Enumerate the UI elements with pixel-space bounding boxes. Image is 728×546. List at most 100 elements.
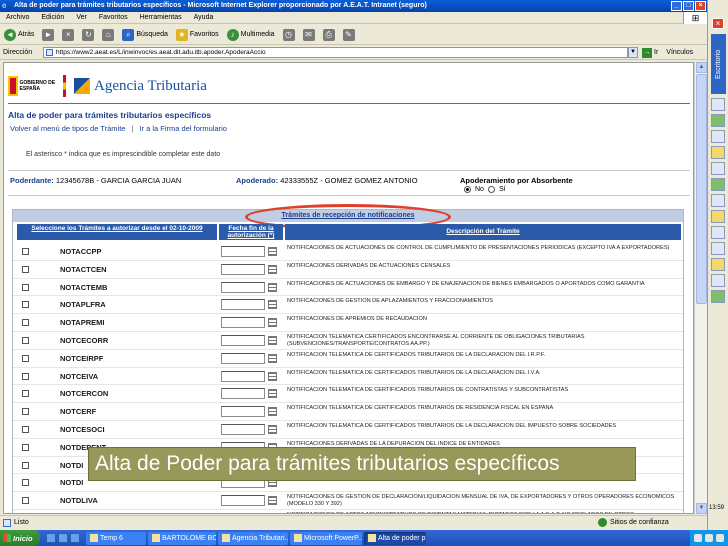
menu-archivo[interactable]: Archivo: [6, 12, 29, 23]
column-header-select[interactable]: Seleccione los Trámites a autorizar desd…: [17, 224, 217, 240]
tray-icon[interactable]: [705, 534, 713, 542]
close-button[interactable]: ×: [695, 1, 706, 11]
go-button[interactable]: → Ir: [642, 47, 658, 58]
start-button[interactable]: Inicio: [0, 530, 40, 546]
calendar-icon[interactable]: [268, 247, 277, 256]
forward-button[interactable]: ►: [42, 28, 55, 41]
favorites-button[interactable]: ★ Favoritos: [175, 28, 219, 41]
back-to-menu-link[interactable]: Volver al menú de tipos de Trámite: [10, 124, 125, 133]
row-checkbox[interactable]: [22, 408, 29, 416]
radio-si[interactable]: [487, 186, 495, 193]
taskbar-task-button[interactable]: Temp 6: [86, 531, 146, 545]
calendar-icon[interactable]: [268, 424, 277, 434]
sidebar-shortcut-icon[interactable]: [711, 258, 725, 271]
calendar-icon[interactable]: [268, 496, 277, 506]
row-checkbox[interactable]: [22, 461, 29, 469]
end-date-input[interactable]: [221, 352, 265, 364]
menu-ayuda[interactable]: Ayuda: [194, 12, 214, 23]
sidebar-shortcut-icon[interactable]: [711, 210, 725, 223]
links-button[interactable]: Vínculos: [666, 49, 693, 56]
sidebar-shortcut-icon[interactable]: [711, 274, 725, 287]
row-checkbox[interactable]: [22, 319, 29, 327]
column-header-date[interactable]: Fecha fin de la autorización (*): [219, 224, 283, 240]
search-button[interactable]: ⌕ Búsqueda: [122, 28, 168, 41]
row-checkbox[interactable]: [22, 248, 29, 255]
tray-icon[interactable]: [694, 534, 702, 542]
back-button[interactable]: ◄ Atrás: [4, 28, 34, 41]
taskbar-task-button[interactable]: BARTOLOME BOR...: [148, 531, 216, 545]
quick-launch-icon[interactable]: [46, 533, 56, 543]
end-date-input[interactable]: [221, 406, 265, 418]
end-date-input[interactable]: [221, 317, 265, 329]
calendar-icon[interactable]: [268, 335, 277, 345]
row-checkbox[interactable]: [22, 425, 29, 433]
scroll-down-button[interactable]: ▼: [696, 503, 707, 514]
quick-launch-icon[interactable]: [70, 533, 80, 543]
scroll-up-button[interactable]: ▲: [696, 62, 707, 73]
calendar-icon[interactable]: [268, 389, 277, 399]
column-header-description[interactable]: Descripción del Trámite: [285, 224, 681, 240]
history-button[interactable]: ◷: [282, 28, 295, 41]
end-date-input[interactable]: [221, 423, 265, 435]
address-input[interactable]: https://www2.aeat.es/L/inwinvoc/es.aeat.…: [43, 47, 628, 58]
radio-no[interactable]: [464, 186, 471, 193]
row-checkbox[interactable]: [22, 283, 29, 291]
refresh-button[interactable]: ↻: [82, 28, 95, 41]
print-button[interactable]: ⎙: [322, 28, 335, 41]
taskbar-task-button[interactable]: Microsoft PowerP...: [290, 531, 362, 545]
address-dropdown-button[interactable]: ▼: [628, 47, 638, 58]
row-checkbox[interactable]: [22, 372, 29, 380]
go-to-signature-link[interactable]: Ir a la Firma del formulario: [139, 124, 227, 133]
stop-button[interactable]: ×: [62, 28, 75, 41]
end-date-input[interactable]: [221, 246, 265, 257]
menu-herramientas[interactable]: Herramientas: [140, 12, 182, 23]
multimedia-button[interactable]: ♪ Multimedia: [226, 28, 275, 41]
row-checkbox[interactable]: [22, 390, 29, 398]
row-checkbox[interactable]: [22, 354, 29, 362]
end-date-input[interactable]: [221, 370, 265, 382]
minimize-button[interactable]: _: [671, 1, 682, 11]
edit-button[interactable]: ✎: [342, 28, 355, 41]
scroll-thumb[interactable]: [696, 74, 707, 304]
end-date-input[interactable]: [221, 512, 265, 513]
row-checkbox[interactable]: [22, 265, 29, 273]
taskbar-task-button[interactable]: Agencia Tributari...: [218, 531, 288, 545]
end-date-input[interactable]: [221, 263, 265, 275]
calendar-icon[interactable]: [268, 371, 277, 381]
quick-launch-icon[interactable]: [58, 533, 68, 543]
sidebar-shortcut-icon[interactable]: [711, 146, 725, 159]
tray-icon[interactable]: [716, 534, 724, 542]
sidebar-shortcut-icon[interactable]: [711, 290, 725, 303]
sidebar-shortcut-icon[interactable]: [711, 114, 725, 127]
calendar-icon[interactable]: [268, 300, 277, 310]
row-checkbox[interactable]: [22, 497, 29, 505]
sidebar-shortcut-icon[interactable]: [711, 194, 725, 207]
maximize-button[interactable]: □: [683, 1, 694, 11]
end-date-input[interactable]: [221, 388, 265, 400]
end-date-input[interactable]: [221, 281, 265, 293]
end-date-input[interactable]: [221, 299, 265, 311]
calendar-icon[interactable]: [268, 264, 277, 274]
calendar-icon[interactable]: [268, 282, 277, 292]
window-titlebar[interactable]: e Alta de poder para trámites tributario…: [0, 0, 707, 12]
sidebar-shortcut-icon[interactable]: [711, 162, 725, 175]
end-date-input[interactable]: [221, 495, 265, 507]
row-checkbox[interactable]: [22, 336, 29, 344]
sidebar-shortcut-icon[interactable]: [711, 98, 725, 111]
calendar-icon[interactable]: [268, 353, 277, 363]
menu-ver[interactable]: Ver: [76, 12, 87, 23]
agency-logo[interactable]: Agencia Tributaria: [74, 78, 207, 95]
calendar-icon[interactable]: [268, 407, 277, 417]
sidebar-shortcut-icon[interactable]: [711, 242, 725, 255]
taskbar-task-button[interactable]: Alta de poder p...: [364, 531, 426, 545]
row-checkbox[interactable]: [22, 301, 29, 309]
sidebar-shortcut-icon[interactable]: [711, 226, 725, 239]
calendar-icon[interactable]: [268, 318, 277, 328]
home-button[interactable]: ⌂: [102, 28, 115, 41]
menu-edicion[interactable]: Edición: [41, 12, 64, 23]
row-checkbox[interactable]: [22, 479, 29, 487]
sidebar-shortcut-icon[interactable]: [711, 178, 725, 191]
end-date-input[interactable]: [221, 334, 265, 346]
row-checkbox[interactable]: [22, 443, 29, 451]
sidebar-shortcut-icon[interactable]: [711, 130, 725, 143]
